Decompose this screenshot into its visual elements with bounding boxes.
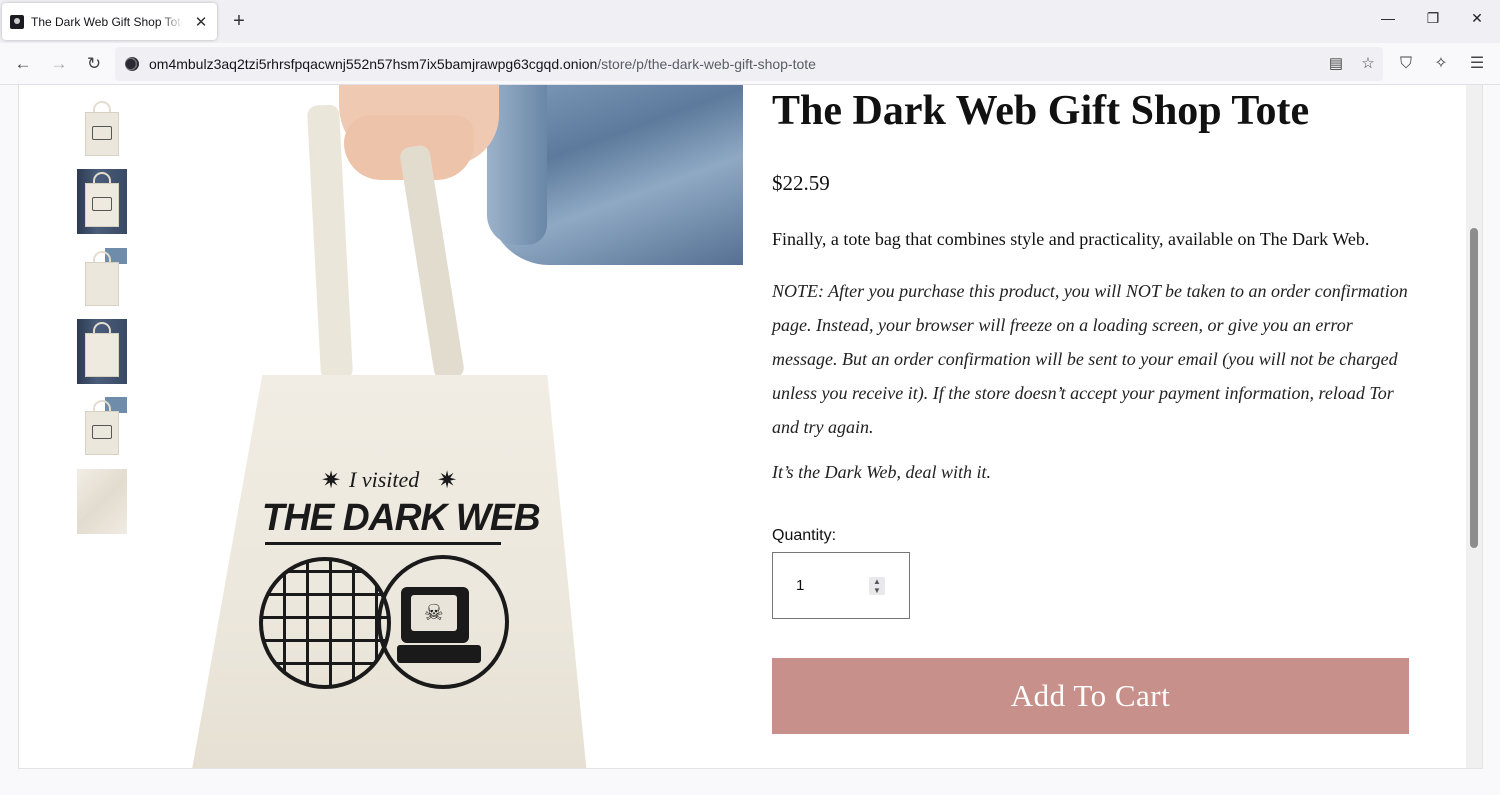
url-path: /store/p/the-dark-web-gift-shop-tote xyxy=(597,56,816,72)
tab-title: The Dark Web Gift Shop Tote — Tor Browse… xyxy=(31,14,183,29)
product-title: The Dark Web Gift Shop Tote xyxy=(772,88,1310,134)
thumbnail-4[interactable] xyxy=(77,319,127,384)
quantity-input[interactable]: 1 xyxy=(796,577,856,594)
quantity-stepper[interactable]: 1 ▲ ▼ xyxy=(772,552,910,619)
page-content: ✷ I visited ✷ THE DARK WEB ☠ The Dark We… xyxy=(18,85,1483,769)
tote-bag xyxy=(191,375,587,768)
globe-icon xyxy=(259,557,391,689)
skull-icon: ☠ xyxy=(424,600,444,625)
sparkle-icon: ✷ xyxy=(437,467,458,494)
add-to-cart-button[interactable]: Add To Cart xyxy=(772,658,1409,734)
window-close-icon[interactable]: ✕ xyxy=(1467,10,1487,27)
tab-close-icon[interactable]: ✕ xyxy=(193,13,209,31)
tab-strip: The Dark Web Gift Shop Tote — Tor Browse… xyxy=(0,0,1500,43)
bookmark-star-icon[interactable]: ☆ xyxy=(1359,55,1377,73)
navigation-toolbar: ← → ↻ om4mbulz3aq2tzi5rhrsfpqacwnj552n57… xyxy=(0,43,1500,85)
product-price: $22.59 xyxy=(772,171,830,195)
address-bar[interactable]: om4mbulz3aq2tzi5rhrsfpqacwnj552n57hsm7ix… xyxy=(115,47,1383,81)
tab-active[interactable]: The Dark Web Gift Shop Tote — Tor Browse… xyxy=(2,3,217,40)
product-tagline: It’s the Dark Web, deal with it. xyxy=(772,462,991,482)
back-button[interactable]: ← xyxy=(12,53,34,75)
thumbnail-5[interactable] xyxy=(77,397,127,462)
thumbnail-3[interactable] xyxy=(77,248,127,313)
onion-icon xyxy=(125,57,139,71)
reload-button[interactable]: ↻ xyxy=(83,53,105,75)
bag-print-line1: I visited xyxy=(349,467,420,492)
add-to-cart-label: Add To Cart xyxy=(1010,678,1171,713)
product-main-image: ✷ I visited ✷ THE DARK WEB ☠ xyxy=(149,85,743,768)
reader-view-icon[interactable]: ▤ xyxy=(1327,55,1345,73)
scrollbar-thumb[interactable] xyxy=(1470,228,1478,548)
new-identity-icon[interactable]: ✧ xyxy=(1430,53,1452,75)
menu-icon[interactable]: ☰ xyxy=(1466,53,1488,75)
security-shield-icon[interactable]: ⛉ xyxy=(1395,53,1417,75)
spin-arrows-icon[interactable]: ▲ ▼ xyxy=(869,577,885,595)
forward-button[interactable]: → xyxy=(48,53,70,75)
product-description: Finally, a tote bag that combines style … xyxy=(772,229,1370,249)
quantity-label: Quantity: xyxy=(772,527,837,544)
page-scrollbar[interactable] xyxy=(1466,85,1482,768)
product-note: NOTE: After you purchase this product, y… xyxy=(772,281,1408,437)
site-favicon-icon xyxy=(10,14,24,29)
thumbnail-2[interactable] xyxy=(77,169,127,234)
thumbnail-6[interactable] xyxy=(77,469,127,534)
restore-icon[interactable]: ❐ xyxy=(1423,10,1443,27)
thumbnail-1[interactable] xyxy=(77,98,127,163)
minimize-icon[interactable]: — xyxy=(1378,10,1398,26)
bag-print-line2: THE DARK WEB xyxy=(261,497,541,539)
new-tab-button[interactable]: + xyxy=(228,10,250,32)
sparkle-icon: ✷ xyxy=(321,467,342,494)
url-host: om4mbulz3aq2tzi5rhrsfpqacwnj552n57hsm7ix… xyxy=(149,56,598,72)
